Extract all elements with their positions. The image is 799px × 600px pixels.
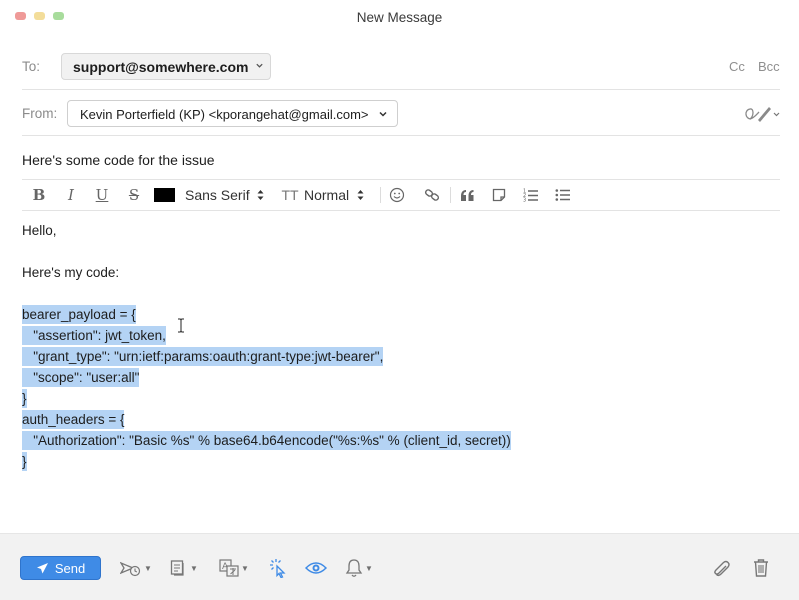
chevron-down-icon: ▼ <box>190 563 198 573</box>
code-line: } <box>22 389 27 408</box>
emoji-button[interactable] <box>388 180 406 210</box>
underline-button[interactable]: U <box>93 180 111 210</box>
note-button[interactable] <box>490 180 508 210</box>
svg-text:3: 3 <box>523 198 526 203</box>
signature-button[interactable] <box>742 103 780 125</box>
italic-button[interactable]: I <box>62 180 80 210</box>
paperclip-icon <box>712 558 732 578</box>
to-label: To: <box>22 59 41 74</box>
text-color-button[interactable] <box>153 180 175 210</box>
up-down-chevron-icon <box>257 189 264 201</box>
recipient-address: support@somewhere.com <box>73 59 249 75</box>
message-intro[interactable]: Here's my code: <box>22 262 119 283</box>
send-button[interactable]: Send <box>20 556 101 580</box>
link-icon <box>424 187 440 203</box>
toolbar-divider <box>450 187 451 203</box>
bcc-button[interactable]: Bcc <box>758 59 780 74</box>
up-down-chevron-icon <box>357 189 364 201</box>
bell-icon <box>345 558 363 578</box>
eye-icon <box>305 560 327 576</box>
click-tracking-icon <box>268 558 288 578</box>
send-later-icon <box>120 559 142 577</box>
font-size-value: Normal <box>304 187 350 203</box>
bold-button[interactable]: B <box>30 180 48 210</box>
note-icon <box>492 188 506 202</box>
code-line: "assertion": jwt_token, <box>22 326 166 345</box>
attach-button[interactable] <box>712 554 732 582</box>
chevron-down-icon <box>378 109 388 119</box>
subject-row: Here's some code for the issue <box>22 136 780 178</box>
numbered-list-button[interactable]: 123 <box>522 180 540 210</box>
templates-button[interactable]: ▼ <box>170 554 198 582</box>
strikethrough-button[interactable]: S <box>125 180 143 210</box>
code-line: "Authorization": "Basic %s" % base64.b64… <box>22 431 511 450</box>
read-tracking-button[interactable] <box>305 554 327 582</box>
signature-icon <box>742 103 780 125</box>
translate-icon: A <box>219 559 239 577</box>
from-label: From: <box>22 106 58 121</box>
title-bar: New Message <box>0 0 799 36</box>
chevron-down-icon: ▼ <box>365 563 373 573</box>
link-button[interactable] <box>423 180 441 210</box>
recipient-chip[interactable]: support@somewhere.com <box>61 53 271 80</box>
bulleted-list-button[interactable] <box>554 180 572 210</box>
paper-plane-icon <box>36 562 49 575</box>
code-line: auth_headers = { <box>22 410 125 429</box>
from-row: From: Kevin Porterfield (KP) <kporangeha… <box>22 90 780 136</box>
chevron-down-icon: ▼ <box>241 563 249 573</box>
font-family-value: Sans Serif <box>185 187 250 203</box>
to-row: To: support@somewhere.com Cc Bcc <box>22 44 780 90</box>
send-label: Send <box>54 560 86 576</box>
quote-icon <box>460 189 475 202</box>
window-title: New Message <box>356 10 443 25</box>
font-size-select[interactable]: Normal <box>304 180 366 210</box>
reminder-button[interactable]: ▼ <box>345 554 373 582</box>
from-account-value: Kevin Porterfield (KP) <kporangehat@gmai… <box>80 107 369 122</box>
send-later-button[interactable]: ▼ <box>120 554 152 582</box>
code-line: "scope": "user:all" <box>22 368 140 387</box>
chevron-down-icon <box>255 61 264 70</box>
code-line: } <box>22 452 27 471</box>
translate-button[interactable]: A ▼ <box>219 554 249 582</box>
trash-icon <box>752 558 770 578</box>
font-family-select[interactable]: Sans Serif <box>185 180 269 210</box>
blockquote-button[interactable] <box>458 180 476 210</box>
numbered-list-icon: 123 <box>523 188 539 202</box>
code-line: "grant_type": "urn:ietf:params:oauth:gra… <box>22 347 384 366</box>
templates-icon <box>170 559 188 577</box>
text-cursor-icon <box>177 318 185 333</box>
link-tracking-button[interactable] <box>268 554 288 582</box>
text-size-icon: TT <box>281 187 299 203</box>
chevron-down-icon: ▼ <box>144 563 152 573</box>
cc-button[interactable]: Cc <box>729 59 745 74</box>
delete-draft-button[interactable] <box>752 554 770 582</box>
bulleted-list-icon <box>555 188 571 202</box>
compose-footer: Send ▼ ▼ A ▼ ▼ <box>0 533 799 600</box>
formatting-toolbar: B I U S Sans Serif TT Normal 1 2 3 <box>22 179 780 211</box>
from-account-select[interactable]: Kevin Porterfield (KP) <kporangehat@gmai… <box>67 100 398 127</box>
code-line: bearer_payload = { <box>22 305 136 324</box>
toolbar-divider <box>380 187 381 203</box>
message-greeting[interactable]: Hello, <box>22 220 57 241</box>
smiley-icon <box>389 187 405 203</box>
text-color-swatch <box>153 188 175 202</box>
subject-field[interactable]: Here's some code for the issue <box>22 152 215 168</box>
code-block[interactable]: bearer_payload = { "assertion": jwt_toke… <box>22 304 511 472</box>
